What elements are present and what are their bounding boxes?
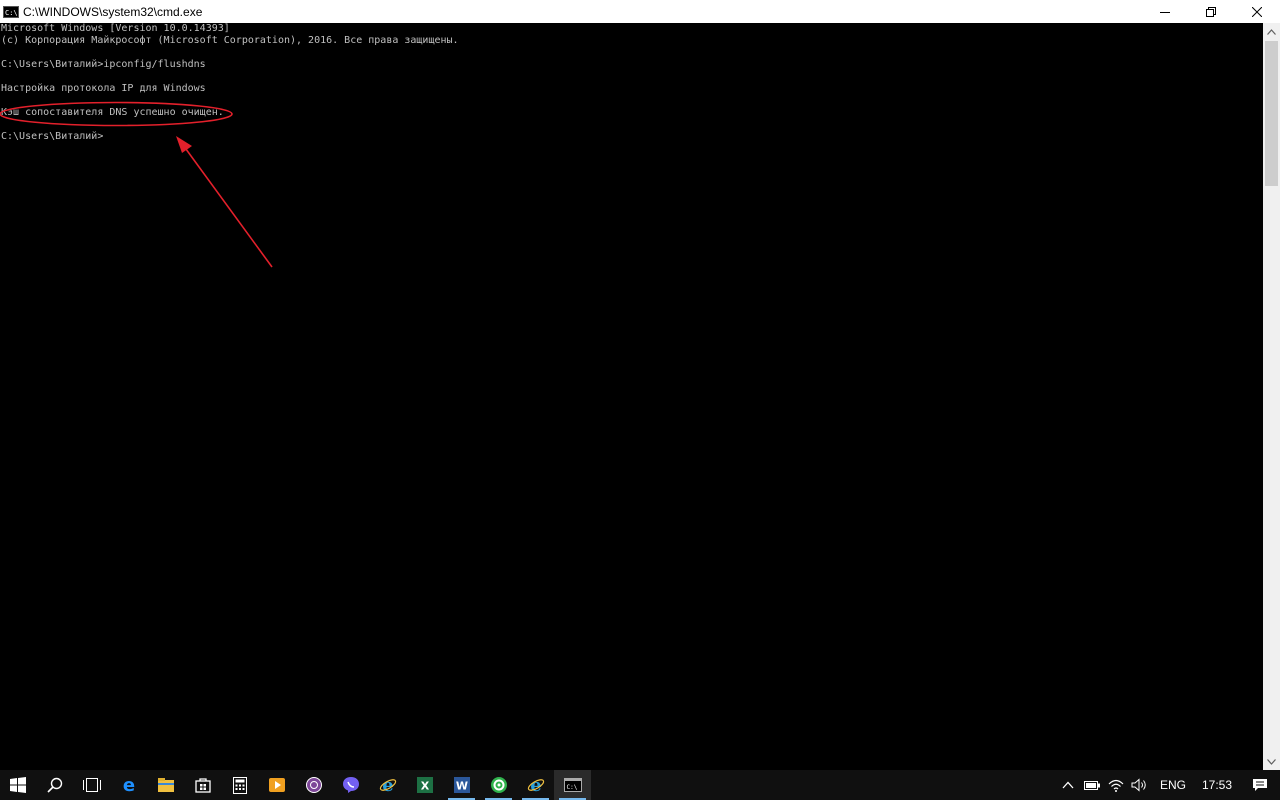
console-line: C:\Users\Виталий>ipconfig/flushdns [1, 59, 206, 70]
clock[interactable]: 17:53 [1194, 778, 1240, 792]
green-browser-icon [490, 777, 507, 793]
store-icon [194, 778, 211, 793]
svg-text:e: e [530, 776, 541, 794]
console-line: (c) Корпорация Майкрософт (Microsoft Cor… [1, 35, 459, 46]
console-line: Настройка протокола IP для Windows [1, 83, 206, 94]
annotation-overlay [0, 101, 273, 268]
taskbar-app-green-browser[interactable] [480, 770, 517, 800]
wifi-icon [1108, 779, 1124, 792]
media-player-icon [268, 778, 285, 792]
volume-button[interactable] [1128, 770, 1152, 800]
battery-icon [1083, 781, 1100, 790]
svg-text:X: X [420, 780, 429, 793]
command-prompt-icon[interactable]: C:\ [3, 5, 19, 18]
taskbar-app-calculator[interactable] [221, 770, 258, 800]
svg-text:e: e [122, 776, 134, 794]
edge-icon: e [122, 776, 134, 794]
task-view-button[interactable] [73, 770, 110, 800]
close-icon [1252, 6, 1262, 17]
input-language[interactable]: ENG [1152, 778, 1194, 792]
word-icon: W [453, 777, 470, 793]
taskbar-app-tor[interactable] [295, 770, 332, 800]
window-controls [1142, 0, 1280, 23]
notification-icon [1253, 779, 1267, 791]
tor-icon [305, 777, 322, 793]
excel-icon: X [416, 777, 433, 793]
calculator-icon [232, 776, 247, 794]
internet-explorer-icon: e [379, 776, 396, 794]
console-line: Microsoft Windows [Version 10.0.14393] [1, 23, 230, 34]
taskbar-app-ie-running[interactable]: e [517, 770, 554, 800]
system-tray: ENG 17:53 [1056, 770, 1280, 800]
restore-button[interactable] [1188, 0, 1234, 23]
minimize-icon [1160, 11, 1170, 13]
window-title: C:\WINDOWS\system32\cmd.exe [23, 4, 203, 19]
scroll-thumb[interactable] [1265, 41, 1278, 186]
vertical-scrollbar[interactable] [1263, 23, 1280, 770]
battery-button[interactable] [1080, 770, 1104, 800]
scroll-up-button[interactable] [1263, 23, 1280, 40]
title-bar[interactable]: C:\ C:\WINDOWS\system32\cmd.exe [0, 0, 1280, 23]
console-line-dns-flushed: Кэш сопоставителя DNS успешно очищен. [1, 107, 224, 118]
internet-explorer-icon: e [527, 776, 544, 794]
taskbar-app-viber[interactable] [332, 770, 369, 800]
taskbar: e e X W e C:\ ENG 17:53 [0, 770, 1280, 800]
close-button[interactable] [1234, 0, 1280, 23]
arrow-head [176, 136, 192, 153]
show-hidden-icons-button[interactable] [1056, 770, 1080, 800]
svg-text:C:\: C:\ [566, 784, 577, 791]
console-prompt: C:\Users\Виталий> [1, 131, 104, 142]
task-view-icon [82, 778, 101, 792]
svg-text:e: e [382, 776, 393, 794]
taskbar-app-word[interactable]: W [443, 770, 480, 800]
scroll-down-button[interactable] [1263, 753, 1280, 770]
chevron-down-icon [1267, 758, 1276, 765]
taskbar-app-explorer[interactable] [147, 770, 184, 800]
chevron-up-icon [1267, 28, 1276, 35]
speaker-icon [1131, 778, 1146, 792]
action-center-button[interactable] [1240, 770, 1280, 800]
viber-icon [342, 777, 359, 793]
restore-icon [1206, 6, 1216, 17]
minimize-button[interactable] [1142, 0, 1188, 23]
windows-logo-icon [10, 777, 26, 793]
taskbar-app-media[interactable] [258, 770, 295, 800]
network-button[interactable] [1104, 770, 1128, 800]
taskbar-app-ie[interactable]: e [369, 770, 406, 800]
taskbar-app-edge[interactable]: e [110, 770, 147, 800]
console-output[interactable]: Microsoft Windows [Version 10.0.14393] (… [0, 23, 1263, 770]
taskbar-app-store[interactable] [184, 770, 221, 800]
arrow-shaft [182, 144, 273, 268]
svg-text:W: W [455, 780, 467, 793]
taskbar-app-cmd[interactable]: C:\ [554, 770, 591, 800]
search-button[interactable] [36, 770, 73, 800]
taskbar-app-excel[interactable]: X [406, 770, 443, 800]
folder-icon [157, 778, 174, 792]
start-button[interactable] [0, 770, 36, 800]
search-icon [46, 777, 62, 793]
command-prompt-icon: C:\ [563, 778, 582, 792]
chevron-up-icon [1062, 781, 1074, 789]
